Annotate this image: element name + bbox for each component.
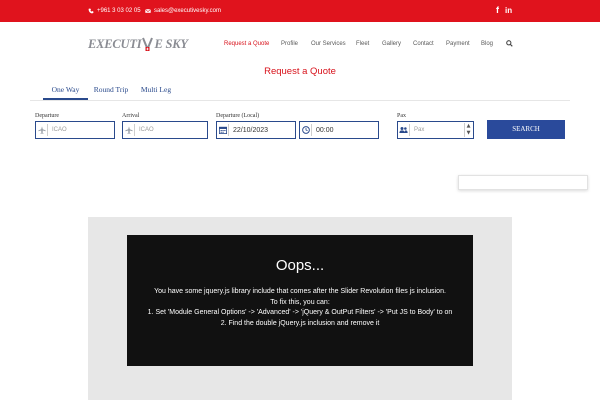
nav-gallery[interactable]: Gallery <box>382 40 401 48</box>
pax-field[interactable]: Pax ▲ ▼ <box>397 121 474 139</box>
tab-one-way[interactable]: One Way <box>43 83 88 100</box>
nav-payment[interactable]: Payment <box>446 40 470 48</box>
plane-icon <box>123 124 135 136</box>
page-title: Request a Quote <box>264 66 336 77</box>
error-line: You have some jquery.js library include … <box>154 288 446 295</box>
nav-contact[interactable]: Contact <box>413 40 434 48</box>
tab-round-trip[interactable]: Round Trip <box>90 83 132 100</box>
error-message: You have some jquery.js library include … <box>137 287 463 329</box>
date-value: 22/10/2023 <box>233 126 269 134</box>
arrival-placeholder: ICAO <box>139 127 154 133</box>
departure-local-label: Departure (Local) <box>216 113 260 119</box>
logo-text-right: E SKY <box>154 36 188 51</box>
clock-icon <box>300 124 312 136</box>
slider-error-panel: Oops... You have some jquery.js library … <box>127 235 473 366</box>
envelope-icon <box>145 8 151 13</box>
phone-number: +961 3 03 02 05 <box>97 8 141 14</box>
nav-request-quote[interactable]: Request a Quote <box>224 40 269 48</box>
users-icon <box>398 124 410 136</box>
error-line: 2. Find the double jQuery.js inclusion a… <box>220 319 380 327</box>
stepper-up-icon[interactable]: ▲ <box>465 123 472 130</box>
date-field[interactable]: 22/10/2023 <box>216 121 296 139</box>
email-address: sales@executivesky.com <box>154 8 222 14</box>
pax-stepper[interactable]: ▲ ▼ <box>464 123 472 137</box>
logo-mark-icon <box>142 37 154 52</box>
plane-icon <box>36 124 48 136</box>
search-button[interactable]: SEARCH <box>487 120 565 139</box>
nav-our-services[interactable]: Our Services <box>311 40 346 48</box>
pax-label: Pax <box>397 113 406 119</box>
calendar-icon <box>217 124 229 136</box>
nav-profile[interactable]: Profile <box>281 40 298 48</box>
nav-blog[interactable]: Blog <box>481 40 493 48</box>
stepper-down-icon[interactable]: ▼ <box>465 130 472 137</box>
logo-text-left: EXECUTI <box>88 36 142 51</box>
arrival-field[interactable]: ICAO <box>122 121 208 139</box>
error-line: 1. Set 'Module General Options' -> 'Adva… <box>147 309 453 316</box>
error-line: To fix this, you can: <box>270 298 330 306</box>
departure-field[interactable]: ICAO <box>35 121 115 139</box>
departure-label: Departure <box>35 113 59 119</box>
floating-widget[interactable] <box>458 175 588 190</box>
search-icon[interactable] <box>506 40 513 47</box>
top-contact-bar: +961 3 03 02 05 sales@executivesky.com f… <box>0 0 600 22</box>
time-value: 00:00 <box>316 126 334 134</box>
tabs-divider <box>30 100 570 101</box>
time-field[interactable]: 00:00 <box>299 121 379 139</box>
facebook-icon[interactable]: f <box>496 5 499 16</box>
departure-placeholder: ICAO <box>52 127 67 133</box>
linkedin-icon[interactable]: in <box>505 5 512 16</box>
phone-contact[interactable]: +961 3 03 02 05 <box>88 6 141 16</box>
phone-icon <box>88 8 94 14</box>
logo[interactable]: EXECUTI E SKY <box>88 36 188 52</box>
error-title: Oops... <box>275 257 325 274</box>
pax-placeholder: Pax <box>414 127 425 133</box>
arrival-label: Arrival <box>122 113 140 119</box>
tab-multi-leg[interactable]: Multi Leg <box>137 83 175 100</box>
nav-fleet[interactable]: Fleet <box>356 40 369 48</box>
email-contact[interactable]: sales@executivesky.com <box>145 6 221 16</box>
